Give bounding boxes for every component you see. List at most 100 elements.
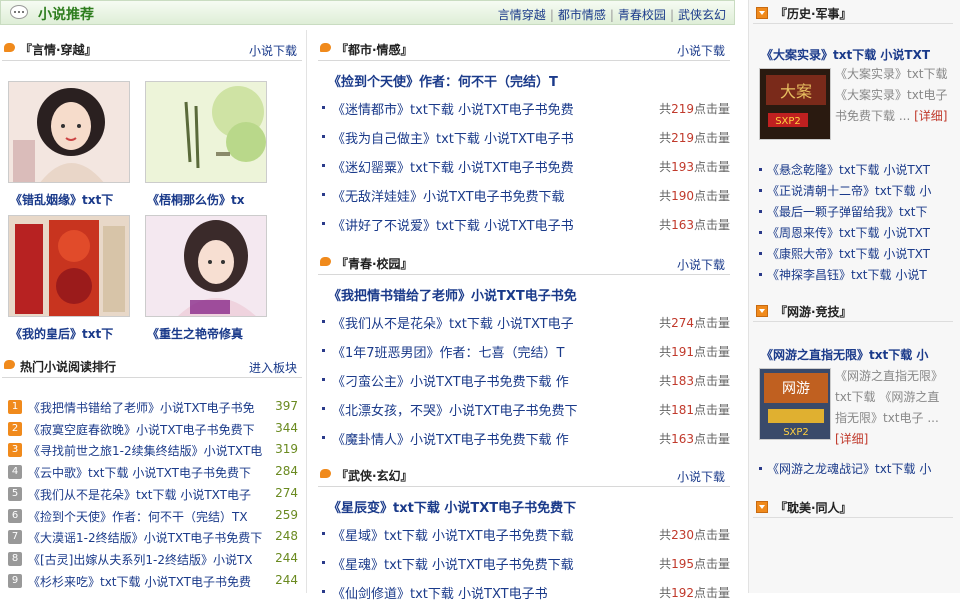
tab-wuxia[interactable]: 武侠玄幻 — [678, 8, 726, 22]
book-title-link[interactable]: 《魔卦情人》小说TXT电子书免费下载 作 — [332, 429, 658, 448]
tab-youth[interactable]: 青春校园 — [618, 8, 666, 22]
rank-item[interactable]: 1 《我把情书错给了老师》小说TXT电子书免 397 — [6, 397, 298, 417]
book-cover-image[interactable]: 网游 SXP2 — [759, 368, 831, 440]
bullet-icon — [759, 167, 762, 171]
book-list-item[interactable]: 《迷幻罂粟》txt下载 小说TXT电子书免费 共193点击量 — [320, 155, 730, 177]
speech-bubble-icon — [10, 5, 28, 19]
middle-section-title: 『武侠·玄幻』 — [336, 469, 413, 483]
detail-link[interactable]: [详细] — [835, 432, 868, 446]
rank-item[interactable]: 4 《云中歌》txt下载 小说TXT电子书免费下 284 — [6, 462, 298, 482]
download-link[interactable]: 小说下载 — [677, 42, 725, 59]
bullet-icon — [322, 222, 325, 225]
book-list-item[interactable]: 《魔卦情人》小说TXT电子书免费下载 作共163点击量 — [320, 427, 730, 449]
rank-item-title[interactable]: 《云中歌》txt下载 小说TXT电子书免费下 — [28, 464, 268, 481]
click-count: 共191点击量 — [659, 345, 730, 359]
middle-section-header: 『武侠·玄幻』 小说下载 — [318, 463, 730, 487]
right-sidebar: 『历史·军事』 《大案实录》txt下载 小说TXT 大案 SXP2 《大案实录》… — [748, 0, 960, 593]
rank-item-count: 397 — [275, 399, 298, 413]
romance-download-link[interactable]: 小说下载 — [249, 42, 297, 59]
featured-book-link[interactable]: 《我把情书错给了老师》小说TXT电子书免 — [328, 285, 608, 304]
book-list-item[interactable]: 《北漂女孩，不哭》小说TXT电子书免费下 共181点击量 — [320, 398, 730, 420]
rank-item[interactable]: 8 《[古灵]出嫁从夫系列1-2终结版》小说TX 244 — [6, 549, 298, 569]
tab-urban[interactable]: 都市情感 — [558, 8, 606, 22]
bullet-icon — [759, 466, 762, 470]
book-title-link[interactable]: 《无敌洋娃娃》小说TXT电子书免费下载 — [332, 186, 658, 205]
book-title-link[interactable]: 《迷幻罂粟》txt下载 小说TXT电子书免费 — [332, 157, 658, 176]
rank-item-title[interactable]: 《我们从不是花朵》txt下载 小说TXT电子 — [28, 486, 268, 503]
book-list-item[interactable]: 《1年7班恶男团》作者：七喜（完结）T 共191点击量 — [320, 340, 730, 362]
book-title-link[interactable]: 《我为自己做主》txt下载 小说TXT电子书 — [332, 128, 658, 147]
book-title-link[interactable]: 《星域》txt下载 小说TXT电子书免费下载 — [332, 525, 658, 544]
book-list-item[interactable]: 《我为自己做主》txt下载 小说TXT电子书 共219点击量 — [320, 126, 730, 148]
rank-item-title[interactable]: 《[古灵]出嫁从夫系列1-2终结版》小说TX — [28, 551, 268, 568]
click-count: 共193点击量 — [659, 160, 730, 174]
svg-text:SXP2: SXP2 — [775, 116, 801, 127]
book-list-item[interactable]: 《我们从不是花朵》txt下载 小说TXT电子 共274点击量 — [320, 311, 730, 333]
book-title-link[interactable]: 《1年7班恶男团》作者：七喜（完结）T — [332, 342, 658, 361]
rank-item[interactable]: 6 《捡到个天使》作者：何不干（完结）TX 259 — [6, 506, 298, 526]
download-link[interactable]: 小说下载 — [677, 256, 725, 273]
book-cover-image[interactable] — [145, 81, 267, 183]
book-title-link[interactable]: 《北漂女孩，不哭》小说TXT电子书免费下 — [332, 400, 658, 419]
book-title-link[interactable]: 《讲好了不说爱》txt下载 小说TXT电子书 — [332, 215, 658, 234]
sidebar-book-link[interactable]: 《悬念乾隆》txt下载 小说TXT — [759, 161, 959, 181]
rank-item-title[interactable]: 《捡到个天使》作者：何不干（完结）TX — [28, 508, 268, 525]
book-list-item[interactable]: 《星魂》txt下载 小说TXT电子书免费下载 共195点击量 — [320, 552, 730, 574]
sidebar-book-link[interactable]: 《神探李昌钰》txt下载 小说T — [759, 266, 959, 286]
comment-bubble-icon — [4, 43, 15, 52]
rank-item-title[interactable]: 《寻找前世之旅1-2续集终结版》小说TXT电 — [28, 442, 268, 459]
rank-item-title[interactable]: 《杉杉来吃》txt下载 小说TXT电子书免费 — [28, 573, 268, 590]
detail-link[interactable]: [详细] — [914, 109, 947, 123]
sidebar-book-link[interactable]: 《网游之龙魂战记》txt下载 小 — [759, 460, 959, 480]
sidebar-book-link[interactable]: 《正说清朝十二帝》txt下载 小 — [759, 182, 959, 202]
bullet-icon — [759, 251, 762, 255]
middle-section-title: 『青春·校园』 — [336, 257, 413, 271]
sidebar-book-link[interactable]: 《周恩来传》txt下载 小说TXT — [759, 224, 959, 244]
book-title-link[interactable]: 《迷情都市》txt下载 小说TXT电子书免费 — [332, 99, 658, 118]
sidebar-book-link[interactable]: 《最后一颗子弹留给我》txt下 — [759, 203, 959, 223]
rank-item-title[interactable]: 《大漠谣1-2终结版》小说TXT电子书免费下 — [28, 529, 268, 546]
rank-item-title[interactable]: 《寂寞空庭春欲晚》小说TXT电子书免费下 — [28, 421, 268, 438]
tab-romance[interactable]: 言情穿越 — [498, 8, 546, 22]
rank-item[interactable]: 3 《寻找前世之旅1-2续集终结版》小说TXT电 319 — [6, 440, 298, 460]
book-cover-image[interactable]: 大案 SXP2 — [759, 68, 831, 140]
book-list-item[interactable]: 《讲好了不说爱》txt下载 小说TXT电子书 共163点击量 — [320, 213, 730, 235]
book-cover-image[interactable] — [8, 215, 130, 317]
enter-board-link[interactable]: 进入板块 — [249, 359, 297, 376]
rank-item[interactable]: 5 《我们从不是花朵》txt下载 小说TXT电子 274 — [6, 484, 298, 504]
book-title-link[interactable]: 《刁蛮公主》小说TXT电子书免费下载 作 — [332, 371, 658, 390]
featured-book-link[interactable]: 《星辰变》txt下载 小说TXT电子书免费下 — [328, 497, 608, 516]
book-caption[interactable]: 《梧桐那么伤》tx — [147, 191, 269, 208]
book-list-item[interactable]: 《刁蛮公主》小说TXT电子书免费下载 作共183点击量 — [320, 369, 730, 391]
rank-item[interactable]: 9 《杉杉来吃》txt下载 小说TXT电子书免费 244 — [6, 571, 298, 591]
book-caption[interactable]: 《错乱姻缘》txt下 — [10, 191, 132, 208]
book-caption[interactable]: 《我的皇后》txt下 — [10, 325, 132, 342]
rank-section-header: 热门小说阅读排行 进入板块 — [2, 354, 302, 378]
book-list-item[interactable]: 《星域》txt下载 小说TXT电子书免费下载 共230点击量 — [320, 523, 730, 545]
book-cover-image[interactable] — [145, 215, 267, 317]
rank-item[interactable]: 7 《大漠谣1-2终结版》小说TXT电子书免费下 248 — [6, 527, 298, 547]
download-link[interactable]: 小说下载 — [677, 468, 725, 485]
middle-section-header: 『青春·校园』 小说下载 — [318, 251, 730, 275]
book-title-link[interactable]: 《星魂》txt下载 小说TXT电子书免费下载 — [332, 554, 658, 573]
bullet-icon — [322, 106, 325, 109]
book-caption[interactable]: 《重生之艳帝修真 — [147, 325, 269, 342]
book-list-item[interactable]: 《仙剑修道》txt下载 小说TXT电子书 共192点击量 — [320, 581, 730, 603]
danmei-section-header: 『耽美·同人』 — [753, 496, 953, 518]
bullet-icon — [322, 193, 325, 196]
sidebar-book-link[interactable]: 《康熙大帝》txt下载 小说TXT — [759, 245, 959, 265]
rank-item[interactable]: 2 《寂寞空庭春欲晚》小说TXT电子书免费下 344 — [6, 419, 298, 439]
svg-text:大案: 大案 — [780, 82, 812, 101]
recommend-title-bar: 小说推荐 言情穿越 | 都市情感 | 青春校园 | 武侠玄幻 — [0, 0, 735, 25]
book-list-item[interactable]: 《无敌洋娃娃》小说TXT电子书免费下载 共190点击量 — [320, 184, 730, 206]
book-title-link[interactable]: 《我们从不是花朵》txt下载 小说TXT电子 — [332, 313, 658, 332]
rank-item-title[interactable]: 《我把情书错给了老师》小说TXT电子书免 — [28, 399, 268, 416]
featured-book-link[interactable]: 《大案实录》txt下载 小说TXT — [761, 46, 957, 63]
book-list-item[interactable]: 《迷情都市》txt下载 小说TXT电子书免费 共219点击量 — [320, 97, 730, 119]
book-cover-image[interactable] — [8, 81, 130, 183]
bullet-icon — [759, 209, 762, 213]
featured-book-link[interactable]: 《捡到个天使》作者：何不干（完结）T — [328, 71, 608, 90]
rank-number-badge: 6 — [8, 508, 22, 523]
featured-book-link[interactable]: 《网游之直指无限》txt下载 小 — [761, 346, 957, 363]
rank-item-count: 344 — [275, 420, 298, 435]
